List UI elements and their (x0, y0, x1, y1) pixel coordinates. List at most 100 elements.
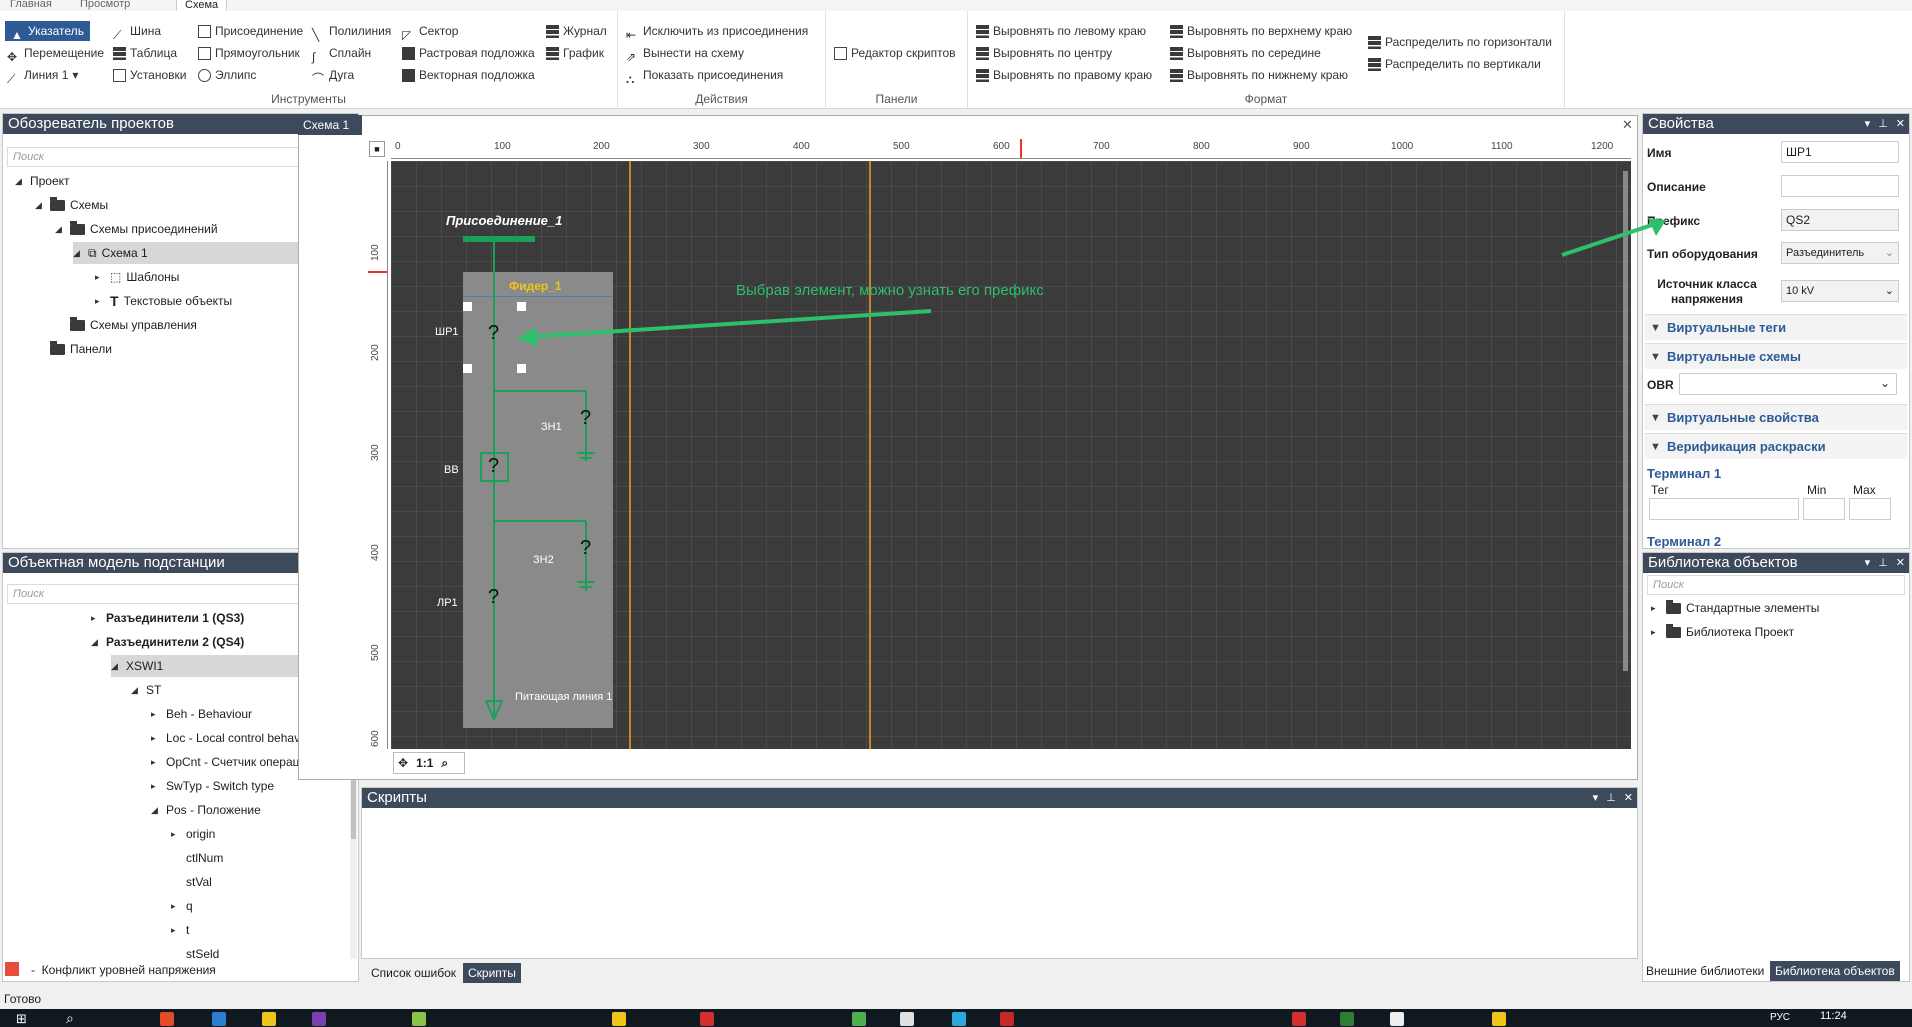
library-search[interactable]: Поиск (1647, 575, 1905, 595)
collapse-icon[interactable]: ▸ (151, 751, 161, 773)
scheme-canvas[interactable]: Присоединение_1 Фидер_1 Выбрав элемент, … (391, 161, 1631, 749)
tree-item-connection-schemes[interactable]: ◢ Схемы присоединений (55, 218, 218, 240)
collapse-icon[interactable]: ▸ (171, 823, 181, 845)
collapse-icon[interactable]: ▸ (91, 607, 101, 629)
line-tool[interactable]: ⟋ Линия 1 ▾ (7, 65, 78, 86)
app-icon[interactable] (312, 1012, 326, 1026)
expand-icon[interactable]: ◢ (151, 799, 161, 821)
voltage-select[interactable]: 10 kV ⌄ (1781, 280, 1899, 302)
tree-item-text-objects[interactable]: ▸ T Текстовые объекты (95, 290, 232, 312)
tree-item-loc[interactable]: ▸ Loc - Local control behaviour (151, 727, 320, 749)
expand-icon[interactable]: ◢ (111, 655, 121, 677)
tab-external-libraries[interactable]: Внешние библиотеки (1641, 961, 1769, 981)
collapse-icon[interactable]: ▸ (95, 290, 105, 312)
search-icon[interactable]: ⌕ (441, 756, 448, 771)
tab-view[interactable]: Просмотр (80, 0, 130, 11)
tree-item-beh[interactable]: ▸ Beh - Behaviour (151, 703, 252, 725)
tab-home[interactable]: Главная (10, 0, 52, 11)
align-bottom-button[interactable]: Выровнять по нижнему краю (1170, 65, 1348, 85)
spline-tool[interactable]: ∫ Сплайн (312, 43, 371, 64)
obr-select[interactable]: ⌄ (1679, 373, 1897, 395)
document-tab[interactable]: Схема 1 ✕ (298, 115, 362, 152)
expand-icon[interactable]: ◢ (55, 218, 65, 240)
app-icon[interactable] (700, 1012, 714, 1026)
align-right-button[interactable]: Выровнять по правому краю (976, 65, 1152, 85)
zoom-reset-button[interactable]: 1:1 (416, 756, 433, 770)
tab-errors[interactable]: Список ошибок (366, 963, 461, 983)
tree-item-stval[interactable]: stVal (171, 871, 212, 893)
align-center-button[interactable]: Выровнять по центру (976, 43, 1112, 63)
collapse-icon[interactable]: ▸ (151, 775, 161, 797)
tree-item-qs3[interactable]: ▸ Разъединители 1 (QS3) (91, 607, 244, 629)
sector-tool[interactable]: ◸ Сектор (402, 21, 458, 42)
dropdown-icon[interactable]: ▾ (1593, 788, 1599, 808)
max-field[interactable] (1849, 498, 1891, 520)
pointer-tool[interactable]: ▲ Указатель (5, 21, 90, 42)
clock[interactable]: 11:24 (1820, 1010, 1847, 1022)
tree-item-t[interactable]: ▸ t (171, 919, 189, 941)
windows-start-icon[interactable]: ⊞ (16, 1011, 27, 1027)
polyline-tool[interactable]: ╲ Полилиния (312, 21, 391, 42)
browser-icon[interactable] (160, 1012, 174, 1026)
graph-tool[interactable]: График (546, 43, 604, 63)
tree-item-panels[interactable]: Панели (35, 338, 112, 360)
tree-item-q[interactable]: ▸ q (171, 895, 193, 917)
app-icon[interactable] (1390, 1012, 1404, 1026)
distribute-v-button[interactable]: Распределить по вертикали (1368, 54, 1541, 74)
switch-lr1-symbol[interactable]: ? (488, 586, 499, 609)
tree-item-stseld[interactable]: stSeld (171, 943, 219, 965)
app-icon[interactable] (412, 1012, 426, 1026)
section-virtual-tags[interactable]: Виртуальные теги (1645, 314, 1907, 341)
description-field[interactable] (1781, 175, 1899, 197)
collapse-icon[interactable]: ▸ (151, 703, 161, 725)
active-app-icon[interactable] (900, 1012, 914, 1026)
prefix-field[interactable]: QS2 (1781, 209, 1899, 231)
tab-scheme[interactable]: Схема (176, 0, 228, 11)
tag-field[interactable] (1649, 498, 1799, 520)
app-icon[interactable] (1000, 1012, 1014, 1026)
collapse-icon[interactable]: ▸ (1651, 621, 1661, 643)
tree-item-opcnt[interactable]: ▸ OpCnt - Счетчик операций (151, 751, 313, 773)
align-left-button[interactable]: Выровнять по левому краю (976, 21, 1146, 41)
pin-icon[interactable]: ⊥ (1878, 553, 1888, 573)
tree-item-st[interactable]: ◢ ST (131, 679, 161, 701)
pin-icon[interactable]: ⊥ (1606, 788, 1616, 808)
collapse-icon[interactable]: ▸ (151, 727, 161, 749)
pan-icon[interactable]: ✥ (398, 756, 408, 770)
expand-icon[interactable]: ◢ (73, 242, 83, 264)
ellipse-tool[interactable]: Эллипс (198, 65, 256, 85)
dropdown-icon[interactable]: ▾ (1865, 114, 1871, 134)
app-icon[interactable] (612, 1012, 626, 1026)
exclude-button[interactable]: ⇤ Исключить из присоединения (626, 21, 808, 42)
tab-object-library[interactable]: Библиотека объектов (1770, 961, 1900, 981)
collapse-icon[interactable]: ▸ (1651, 597, 1661, 619)
collapse-icon[interactable]: ▸ (171, 919, 181, 941)
show-connections-button[interactable]: ⛬ Показать присоединения (626, 65, 783, 86)
move-out-button[interactable]: ⇗ Вынести на схему (626, 43, 744, 64)
close-icon[interactable]: ✕ (1624, 788, 1633, 808)
close-icon[interactable]: ✕ (1896, 553, 1905, 573)
tree-item-control-schemes[interactable]: Схемы управления (55, 314, 197, 336)
settings-tool[interactable]: Установки (113, 65, 186, 85)
app-icon[interactable] (852, 1012, 866, 1026)
language-indicator[interactable]: РУС (1770, 1012, 1790, 1023)
script-editor-button[interactable]: Редактор скриптов (834, 43, 956, 63)
close-icon[interactable]: ✕ (1622, 117, 1633, 133)
vector-tool[interactable]: Векторная подложка (402, 65, 535, 85)
switch-zn2-symbol[interactable]: ? (580, 537, 591, 560)
collapse-icon[interactable]: ▸ (95, 266, 105, 288)
folder-icon[interactable] (262, 1012, 276, 1026)
ruler-corner[interactable]: ■ (369, 141, 385, 157)
arc-tool[interactable]: ⌒ Дуга (312, 65, 354, 86)
close-icon[interactable]: ✕ (1896, 114, 1905, 134)
switch-shr1-symbol[interactable]: ? (488, 322, 499, 345)
align-top-button[interactable]: Выровнять по верхнему краю (1170, 21, 1352, 41)
search-icon[interactable]: ⌕ (66, 1010, 74, 1027)
bus-tool[interactable]: ⟋ Шина (113, 21, 161, 42)
section-virtual-schemes[interactable]: Виртуальные схемы (1645, 343, 1907, 370)
expand-icon[interactable]: ◢ (15, 170, 25, 192)
move-tool[interactable]: ✥ Перемещение (7, 43, 104, 64)
section-virtual-properties[interactable]: Виртуальные свойства (1645, 404, 1907, 431)
rectangle-tool[interactable]: Прямоугольник (198, 43, 300, 63)
tree-item-swtyp[interactable]: ▸ SwTyp - Switch type (151, 775, 274, 797)
